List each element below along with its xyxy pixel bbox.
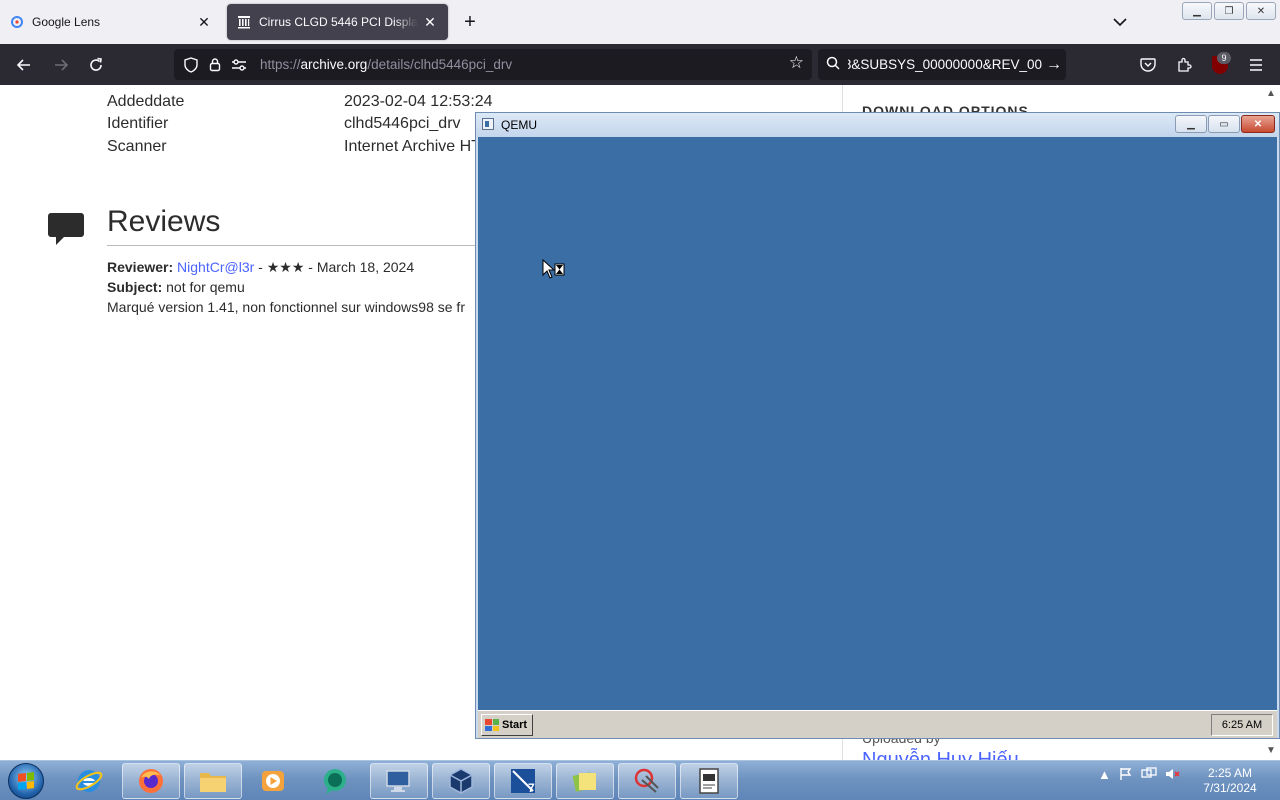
address-bar[interactable]: https://archive.org/details/clhd5446pci_… (174, 49, 812, 80)
metadata-key: Addeddate (107, 93, 185, 110)
guest-desktop[interactable] (478, 137, 1277, 710)
tab-strip: Google Lens ✕ Cirrus CLGD 5446 PCI Displ… (0, 0, 1280, 44)
metadata-value: 2023-02-04 12:53:24 (344, 93, 493, 110)
qemu-app-icon (482, 118, 494, 130)
ublock-badge: 9 (1217, 52, 1231, 64)
media-player-icon[interactable] (244, 763, 302, 799)
svg-text:7: 7 (528, 781, 535, 795)
tab-title: Cirrus CLGD 5446 PCI Display Adapter (259, 15, 418, 29)
qemu-title: QEMU (501, 118, 537, 132)
restore-button[interactable]: ❐ (1214, 2, 1244, 20)
windows-flag-icon (485, 719, 499, 731)
divider (107, 245, 477, 246)
firefox-icon[interactable] (122, 763, 180, 799)
search-bar[interactable]: PCI\VEN_1013&DEV_00B8&SUBSYS_00000000&RE… (818, 49, 1066, 80)
qemu-titlebar[interactable]: QEMU ▁ ▭ ✕ (476, 113, 1279, 137)
scroll-down-icon[interactable]: ▼ (1266, 745, 1276, 756)
qemu-close-button[interactable]: ✕ (1241, 115, 1275, 133)
url-text[interactable]: https://archive.org/details/clhd5446pci_… (260, 57, 512, 72)
tab-archive[interactable]: Cirrus CLGD 5446 PCI Display Adapter ✕ (227, 4, 448, 40)
internet-explorer-icon[interactable] (60, 763, 118, 799)
forward-button[interactable] (48, 52, 74, 78)
permissions-icon[interactable] (228, 54, 250, 76)
action-center-flag-icon[interactable] (1119, 767, 1133, 784)
bookmark-star-icon[interactable]: ☆ (789, 53, 804, 73)
qemu-window[interactable]: QEMU ▁ ▭ ✕ Start 6:25 AM (475, 112, 1280, 739)
back-button[interactable] (11, 52, 37, 78)
reviewer-link[interactable]: NightCr@l3r (177, 259, 254, 275)
virtualbox-icon[interactable] (432, 763, 490, 799)
menu-icon[interactable] (1243, 52, 1269, 78)
speech-bubble-icon (48, 213, 84, 247)
taskbar-clock[interactable]: 2:25 AM 7/31/2024 (1192, 766, 1268, 796)
new-tab-button[interactable]: + (458, 10, 482, 34)
qemu-window-controls: ▁ ▭ ✕ (1175, 115, 1275, 133)
folder-app-icon[interactable] (556, 763, 614, 799)
metadata-key: Identifier (107, 115, 169, 132)
minimize-button[interactable]: ▁ (1182, 2, 1212, 20)
navigation-toolbar: https://archive.org/details/clhd5446pci_… (0, 44, 1280, 85)
tracking-protection-icon[interactable] (180, 54, 202, 76)
search-go-icon[interactable]: → (1042, 56, 1066, 74)
tab-google-lens[interactable]: Google Lens ✕ (0, 4, 222, 40)
review-subject: Subject: not for qemu (107, 279, 245, 295)
network-icon[interactable] (1141, 767, 1157, 784)
reload-button[interactable] (83, 52, 109, 78)
reviews-heading: Reviews (107, 205, 221, 238)
guest-start-button[interactable]: Start (481, 714, 533, 736)
extensions-icon[interactable] (1171, 52, 1197, 78)
volume-muted-icon[interactable] (1165, 767, 1181, 784)
pocket-icon[interactable] (1135, 52, 1161, 78)
google-lens-icon (10, 15, 24, 29)
metadata-value: clhd5446pci_drv (344, 115, 461, 132)
browser-window-controls: ▁ ❐ ✕ (1182, 2, 1276, 20)
ublock-origin-icon[interactable]: 9 (1209, 52, 1231, 76)
busy-cursor-icon (542, 258, 568, 281)
start-orb-icon[interactable] (8, 763, 44, 799)
document-app-icon[interactable] (680, 763, 738, 799)
review-body: Marqué version 1.41, non fonctionnel sur… (107, 299, 465, 315)
qemu-minimize-button[interactable]: ▁ (1175, 115, 1207, 133)
qemu-maximize-button[interactable]: ▭ (1208, 115, 1240, 133)
windows-taskbar: 7 ▲ 2:25 AM 7/31/2024 (0, 760, 1280, 800)
lock-icon[interactable] (204, 54, 226, 76)
close-window-button[interactable]: ✕ (1246, 2, 1276, 20)
close-tab-icon[interactable]: ✕ (422, 14, 438, 30)
search-input[interactable]: PCI\VEN_1013&DEV_00B8&SUBSYS_00000000&RE… (848, 57, 1042, 72)
metadata-key: Scanner (107, 138, 167, 155)
show-hidden-icons-icon[interactable]: ▲ (1098, 767, 1111, 784)
rating-stars: ★★★ (266, 259, 305, 275)
scroll-up-icon[interactable]: ▲ (1266, 88, 1276, 99)
7-zip-icon[interactable]: 7 (494, 763, 552, 799)
close-tab-icon[interactable]: ✕ (196, 14, 212, 30)
system-tray: ▲ (1098, 767, 1181, 784)
search-icon (826, 56, 848, 74)
archive-icon (237, 15, 251, 29)
guest-taskbar: Start 6:25 AM (478, 710, 1277, 738)
list-all-tabs-icon[interactable] (1108, 10, 1132, 34)
guest-clock: 6:25 AM (1211, 714, 1273, 736)
review-meta: Reviewer: NightCr@l3r - ★★★ - March 18, … (107, 259, 415, 275)
messenger-icon[interactable] (306, 763, 364, 799)
snipping-tool-icon[interactable] (618, 763, 676, 799)
tab-title: Google Lens (32, 15, 101, 29)
screen: Google Lens ✕ Cirrus CLGD 5446 PCI Displ… (0, 0, 1280, 800)
review-date: March 18, 2024 (316, 259, 415, 275)
file-explorer-icon[interactable] (184, 763, 242, 799)
remote-desktop-icon[interactable] (370, 763, 428, 799)
